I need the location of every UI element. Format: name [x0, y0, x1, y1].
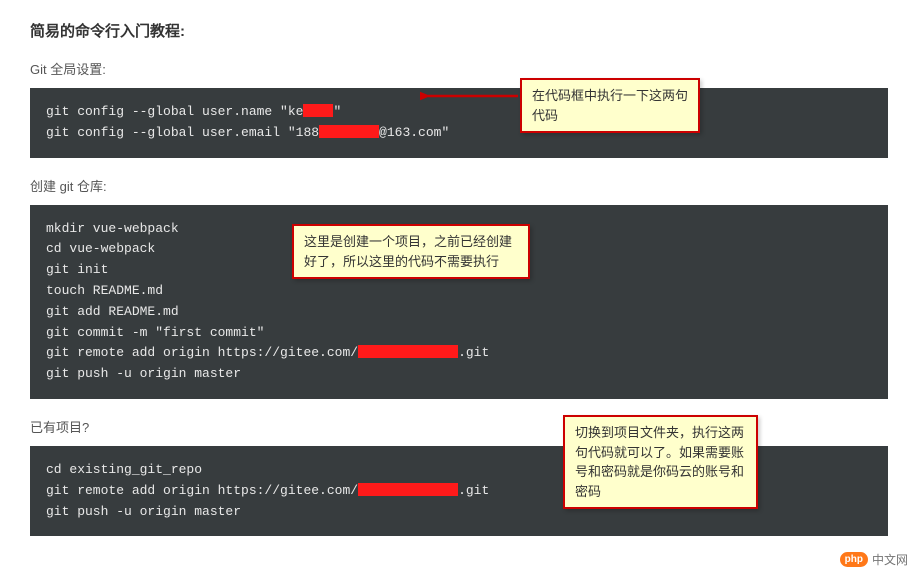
code-line: git remote add origin https://gitee.com/ [46, 483, 358, 498]
code-line: cd existing_git_repo [46, 462, 202, 477]
annotation-note-3: 切换到项目文件夹，执行这两句代码就可以了。如果需要账号和密码就是你码云的账号和密… [563, 415, 758, 509]
code-line: git remote add origin https://gitee.com/ [46, 345, 358, 360]
code-line: git push -u origin master [46, 366, 241, 381]
code-line: .git [458, 483, 489, 498]
code-block-existing: cd existing_git_repo git remote add orig… [30, 446, 888, 536]
code-line: git add README.md [46, 304, 179, 319]
redacted-text [303, 104, 333, 117]
redacted-text [319, 125, 379, 138]
code-line: git init [46, 262, 108, 277]
code-line: @163.com" [379, 125, 449, 140]
page-title: 简易的命令行入门教程: [30, 20, 888, 41]
watermark-badge: php [840, 552, 868, 567]
code-line: git push -u origin master [46, 504, 241, 519]
annotation-note-1: 在代码框中执行一下这两句代码 [520, 78, 700, 133]
code-line: touch README.md [46, 283, 163, 298]
watermark: php 中文网 [840, 551, 908, 568]
code-line: " [333, 104, 341, 119]
watermark-text: 中文网 [872, 551, 908, 568]
section-label-global: Git 全局设置: [30, 59, 888, 78]
section-label-create: 创建 git 仓库: [30, 176, 888, 195]
annotation-note-2: 这里是创建一个项目，之前已经创建好了，所以这里的代码不需要执行 [292, 224, 530, 279]
section-label-existing: 已有项目? [30, 417, 888, 436]
code-line: git config --global user.name "ke [46, 104, 303, 119]
arrow-annotation-1 [420, 82, 520, 108]
redacted-text [358, 483, 458, 496]
redacted-text [358, 345, 458, 358]
code-line: mkdir vue-webpack [46, 221, 179, 236]
code-line: git config --global user.email "188 [46, 125, 319, 140]
code-line: .git [458, 345, 489, 360]
code-line: git commit -m "first commit" [46, 325, 264, 340]
code-line: cd vue-webpack [46, 241, 155, 256]
